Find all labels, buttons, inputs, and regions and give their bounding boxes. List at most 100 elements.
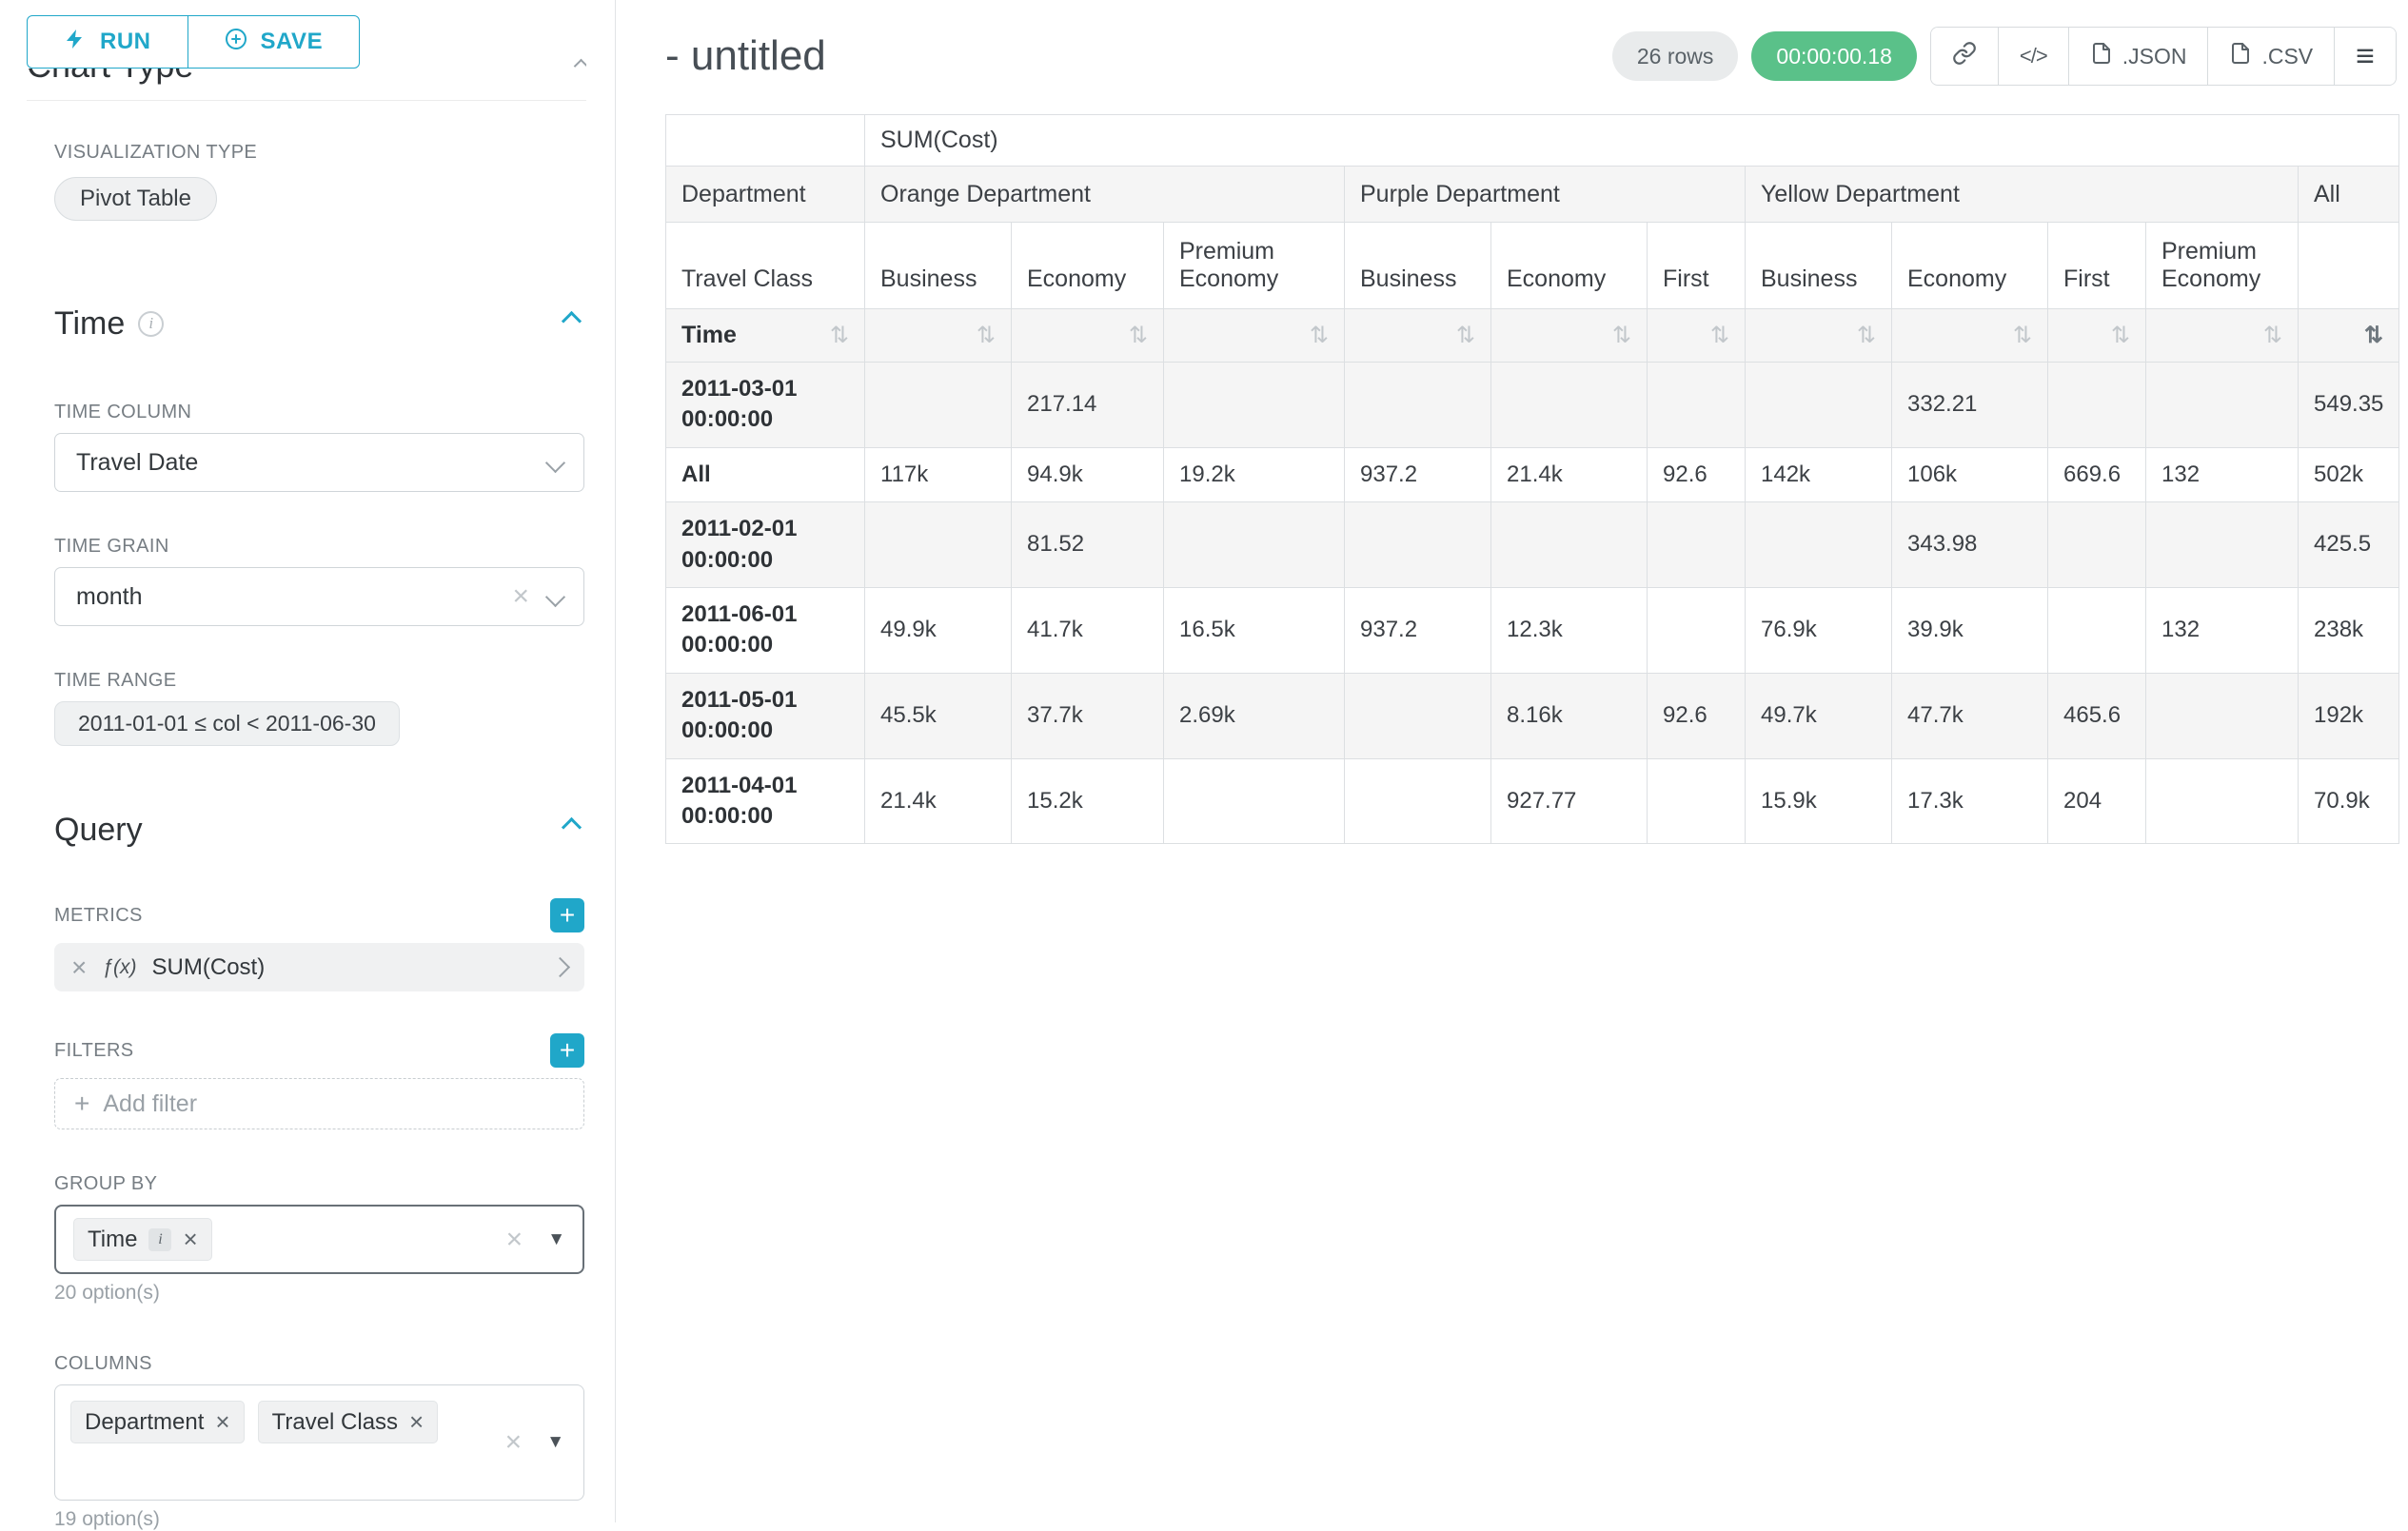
pivot-cell: 343.98 — [1892, 502, 2048, 588]
metric-header: SUM(Cost) — [865, 115, 2399, 167]
chevron-down-icon — [548, 583, 563, 611]
time-grain-label: TIME GRAIN — [54, 535, 584, 558]
sort-desc-icon[interactable]: ⇅ — [2364, 322, 2383, 349]
sort-icon[interactable]: ⇅ — [1710, 322, 1729, 349]
download-json-button[interactable]: .JSON — [2068, 28, 2208, 85]
chart-header: - untitled 26 rows 00:00:00.18 </> — [665, 0, 2397, 86]
add-filter-dropzone[interactable]: + Add filter — [54, 1078, 584, 1129]
time-grain-select[interactable]: month × — [54, 567, 584, 626]
add-metric-button[interactable]: + — [550, 898, 584, 932]
download-csv-button[interactable]: .CSV — [2207, 28, 2334, 85]
share-link-button[interactable] — [1931, 28, 1998, 85]
clear-icon[interactable]: × — [512, 580, 529, 613]
pivot-cell — [1491, 502, 1648, 588]
sort-icon[interactable]: ⇅ — [2111, 322, 2130, 349]
visualization-type-pill[interactable]: Pivot Table — [54, 177, 217, 221]
sort-cell: ⇅ — [1012, 309, 1164, 363]
group-by-select[interactable]: Time i × × ▼ — [54, 1205, 584, 1274]
sort-icon[interactable]: ⇅ — [830, 322, 849, 349]
columns-select[interactable]: Department × Travel Class × × ▼ — [54, 1384, 584, 1501]
pivot-cell — [2146, 363, 2299, 448]
remove-chip-icon[interactable]: × — [183, 1225, 197, 1254]
pivot-cell: 937.2 — [1345, 587, 1491, 673]
pivot-cell: 47.7k — [1892, 673, 2048, 758]
pivot-cell: 106k — [1892, 447, 2048, 501]
sort-icon[interactable]: ⇅ — [2263, 322, 2282, 349]
table-row: 2011-04-01 00:00:00 21.4k 15.2k 927.77 1… — [666, 758, 2399, 844]
columns-chip-department[interactable]: Department × — [70, 1401, 245, 1443]
department-corner: Department — [666, 167, 865, 223]
run-label: RUN — [100, 29, 151, 55]
chevron-up-icon — [576, 59, 586, 76]
sort-cell: ⇅ — [1648, 309, 1746, 363]
time-column-select[interactable]: Travel Date — [54, 433, 584, 492]
sort-cell: ⇅ — [1164, 309, 1345, 363]
menu-button[interactable]: ≡ — [2334, 28, 2396, 85]
run-button[interactable]: RUN — [27, 15, 188, 69]
sort-icon[interactable]: ⇅ — [977, 322, 996, 349]
sort-cell: ⇅ — [2299, 309, 2399, 363]
time-section-header[interactable]: Time i — [54, 304, 584, 343]
plus-icon: + — [74, 1089, 89, 1119]
caret-down-icon[interactable]: ▼ — [546, 1432, 564, 1453]
chevron-up-icon[interactable] — [564, 820, 584, 839]
table-row: 2011-02-01 00:00:00 81.52 343.98 425.5 — [666, 502, 2399, 588]
chart-area: - untitled 26 rows 00:00:00.18 </> — [616, 0, 2408, 1522]
pivot-cell: 117k — [865, 447, 1012, 501]
filters-label: FILTERS — [54, 1039, 134, 1062]
embed-code-button[interactable]: </> — [1998, 28, 2068, 85]
remove-chip-icon[interactable]: × — [409, 1407, 424, 1437]
sort-icon[interactable]: ⇅ — [1129, 322, 1148, 349]
sort-icon[interactable]: ⇅ — [1612, 322, 1631, 349]
export-toolbar: </> .JSON .CSV ≡ — [1930, 27, 2397, 86]
action-buttons: RUN SAVE — [27, 15, 360, 69]
clear-all-icon[interactable]: × — [505, 1426, 523, 1459]
group-by-chip-time[interactable]: Time i × — [73, 1218, 212, 1261]
sort-icon[interactable]: ⇅ — [1857, 322, 1876, 349]
time-range-pill[interactable]: 2011-01-01 ≤ col < 2011-06-30 — [54, 701, 400, 746]
pivot-table: SUM(Cost) Department Orange Department P… — [665, 114, 2399, 844]
pivot-cell — [1648, 363, 1746, 448]
caret-down-icon[interactable]: ▼ — [547, 1229, 565, 1250]
chart-title[interactable]: - untitled — [665, 32, 826, 80]
time-column-label: TIME COLUMN — [54, 401, 584, 423]
table-row: All 117k 94.9k 19.2k 937.2 21.4k 92.6 14… — [666, 447, 2399, 501]
pivot-cell: 217.14 — [1012, 363, 1164, 448]
sort-icon[interactable]: ⇅ — [1456, 322, 1475, 349]
file-icon — [2229, 42, 2252, 70]
pivot-cell: 45.5k — [865, 673, 1012, 758]
pivot-cell — [2048, 363, 2146, 448]
pivot-cell — [1345, 363, 1491, 448]
chip-label: Time — [88, 1227, 137, 1253]
chevron-up-icon[interactable] — [564, 314, 584, 333]
sort-cell: ⇅ — [1491, 309, 1648, 363]
pivot-cell: 21.4k — [1491, 447, 1648, 501]
plus-circle-icon — [225, 28, 247, 57]
metric-chip[interactable]: × ƒ(x) SUM(Cost) — [54, 943, 584, 991]
col-header-empty — [2299, 223, 2399, 309]
pivot-cell: 927.77 — [1491, 758, 1648, 844]
group-by-options-count: 20 option(s) — [54, 1282, 584, 1305]
sort-cell: ⇅ — [1345, 309, 1491, 363]
pivot-cell: 19.2k — [1164, 447, 1345, 501]
sort-cell: ⇅ — [1746, 309, 1892, 363]
add-filter-button[interactable]: + — [550, 1033, 584, 1068]
pivot-cell: 332.21 — [1892, 363, 2048, 448]
table-row: 2011-06-01 00:00:00 49.9k 41.7k 16.5k 93… — [666, 587, 2399, 673]
pivot-cell: 76.9k — [1746, 587, 1892, 673]
pivot-cell: 37.7k — [1012, 673, 1164, 758]
col-header: Economy — [1491, 223, 1648, 309]
sort-header-row: Time⇅ ⇅ ⇅ ⇅ ⇅ ⇅ ⇅ ⇅ ⇅ ⇅ ⇅ ⇅ — [666, 309, 2399, 363]
sort-icon[interactable]: ⇅ — [2013, 322, 2032, 349]
remove-metric-icon[interactable]: × — [71, 952, 87, 983]
pivot-cell: 16.5k — [1164, 587, 1345, 673]
columns-chip-travel-class[interactable]: Travel Class × — [258, 1401, 439, 1443]
query-section-header[interactable]: Query — [54, 811, 584, 849]
remove-chip-icon[interactable]: × — [215, 1407, 229, 1437]
travel-class-corner: Travel Class — [666, 223, 865, 309]
metrics-label: METRICS — [54, 904, 143, 927]
time-header-cell: Time⇅ — [666, 309, 865, 363]
clear-all-icon[interactable]: × — [506, 1224, 523, 1256]
save-button[interactable]: SAVE — [188, 15, 361, 69]
sort-icon[interactable]: ⇅ — [1310, 322, 1329, 349]
